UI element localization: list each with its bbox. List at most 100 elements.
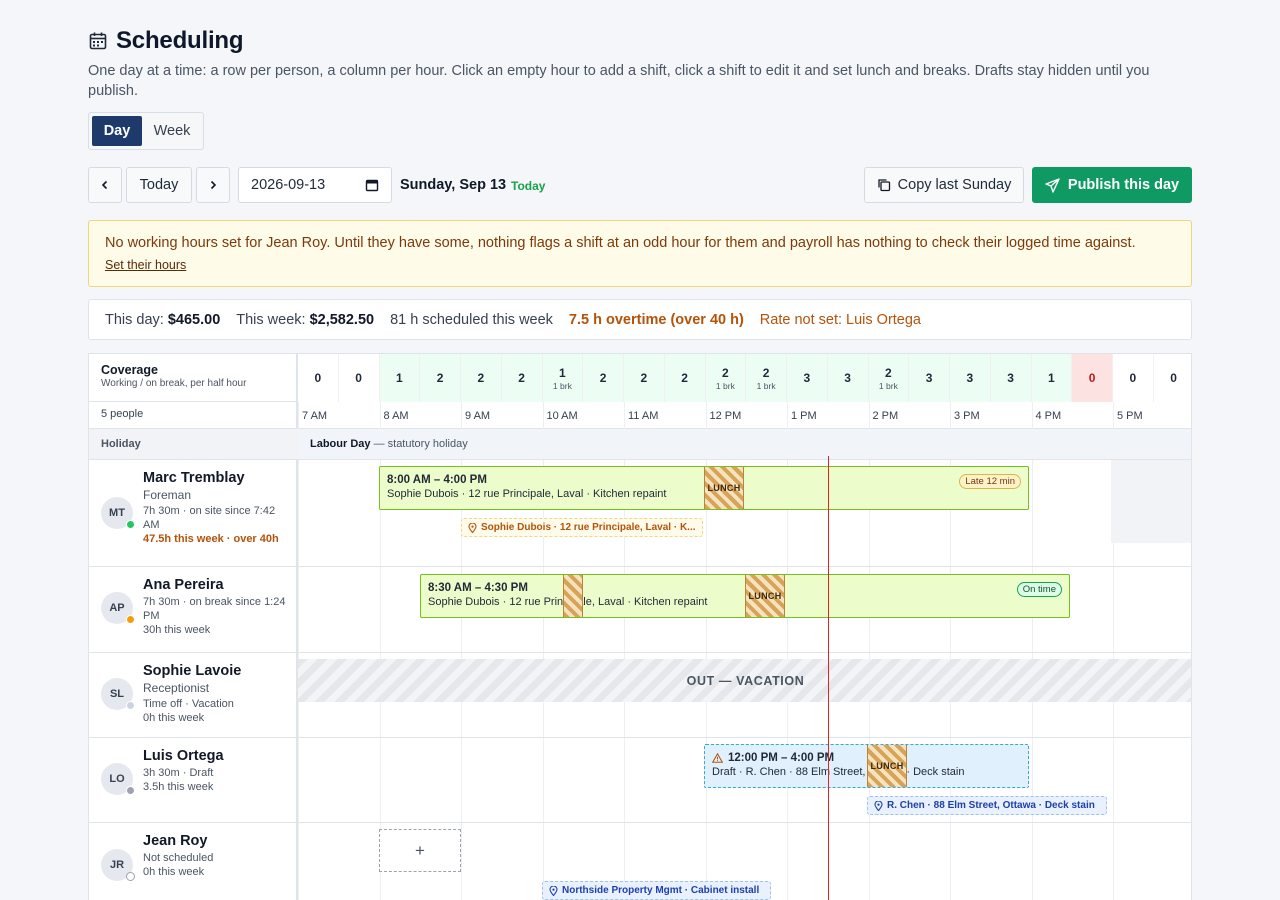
coverage-cell: 3: [950, 354, 991, 402]
person-info: Jean Roy Not scheduled 0h this week: [143, 833, 293, 879]
lunch-break[interactable]: LUNCH: [867, 745, 907, 787]
time-off-block[interactable]: OUT — VACATION: [298, 659, 1191, 702]
status-dot: [126, 520, 135, 529]
coverage-cell: 3: [990, 354, 1032, 402]
calendar-picker-icon[interactable]: [365, 178, 379, 192]
date-input-value: 2026-09-13: [251, 177, 326, 193]
avatar: MT: [101, 497, 135, 529]
off-hours-shade: [1111, 460, 1191, 543]
hour-label: 12 PM: [709, 410, 742, 422]
coverage-cell: 2: [501, 354, 543, 402]
location-text: R. Chen · 88 Elm Street, Ottawa · Deck s…: [887, 800, 1095, 811]
rate-warning[interactable]: Rate not set: Luis Ortega: [760, 312, 921, 328]
planned-location-chip[interactable]: Sophie Dubois · 12 rue Principale, Laval…: [461, 518, 703, 537]
shift-luis-ortega-draft[interactable]: 12:00 PM – 4:00 PM Draft · R. Chen · 88 …: [704, 744, 1029, 788]
current-date-label: Sunday, Sep 13: [400, 177, 507, 193]
coverage-count: 3: [925, 371, 933, 385]
hour-label: 1 PM: [791, 410, 817, 422]
shift-ana-pereira[interactable]: 8:30 AM – 4:30 PM Sophie Dubois · 12 rue…: [420, 574, 1070, 618]
schedule-grid: Coverage Working / on break, per half ho…: [88, 353, 1192, 900]
shift-marc-tremblay[interactable]: 8:00 AM – 4:00 PM Sophie Dubois · 12 rue…: [379, 466, 1029, 510]
person-name: Sophie Lavoie: [143, 663, 242, 679]
status-dot: [126, 615, 135, 624]
page-title: Scheduling: [116, 27, 244, 54]
coverage-cell: 2: [461, 354, 502, 402]
coverage-count: 3: [844, 371, 851, 385]
coverage-break-count: 1 brk: [715, 380, 735, 391]
add-shift-button[interactable]: +: [379, 829, 461, 872]
coverage-count: 1: [559, 365, 566, 380]
break-block[interactable]: [563, 575, 583, 617]
holiday-note: — statutory holiday: [373, 438, 468, 450]
coverage-count: 3: [1007, 371, 1014, 385]
page-header: Scheduling: [88, 27, 244, 55]
coverage-count: 2: [599, 371, 607, 385]
person-cell[interactable]: AP Ana Pereira 7h 30m · on break since 1:2…: [89, 567, 296, 652]
avatar-initials: JR: [109, 859, 125, 871]
coverage-cell: 2: [583, 354, 624, 402]
lunch-break[interactable]: LUNCH: [704, 467, 744, 509]
prev-day-button[interactable]: [88, 167, 122, 203]
next-day-button[interactable]: [196, 167, 230, 203]
coverage-cell: 0: [1153, 354, 1191, 402]
avatar-initials: MT: [109, 507, 125, 519]
person-name: Ana Pereira: [143, 577, 224, 593]
coverage-count: 2: [885, 365, 892, 380]
date-input[interactable]: 2026-09-13: [238, 167, 392, 203]
copy-last-day-button[interactable]: Copy last Sunday: [864, 167, 1024, 203]
coverage-count: 2: [436, 371, 444, 385]
tab-week[interactable]: Week: [144, 116, 200, 146]
divider: [89, 652, 1191, 653]
person-cell[interactable]: JR Jean Roy Not scheduled 0h this week: [89, 823, 296, 900]
publish-button[interactable]: Publish this day: [1032, 167, 1192, 203]
overtime-warning: 7.5 h overtime (over 40 h): [568, 311, 744, 328]
holiday-name: Labour Day: [310, 438, 371, 450]
planned-location-chip[interactable]: R. Chen · 88 Elm Street, Ottawa · Deck s…: [867, 796, 1107, 815]
person-week-hours: 0h this week: [143, 712, 205, 724]
status-dot: [126, 786, 135, 795]
send-icon: [1045, 177, 1060, 193]
warning-text: No working hours set for Jean Roy. Until…: [105, 235, 1136, 251]
planned-location-chip[interactable]: Northside Property Mgmt · Cabinet instal…: [542, 881, 771, 900]
today-tag: Today: [511, 179, 546, 193]
status-dot: [126, 872, 135, 881]
view-toggle: Day Week: [88, 112, 204, 150]
today-button[interactable]: Today: [126, 167, 192, 203]
page-subtitle: One day at a time: a row per person, a c…: [88, 63, 1150, 99]
lunch-break[interactable]: LUNCH: [745, 575, 785, 617]
coverage-cell: 21 brk: [746, 354, 787, 402]
location-text: Northside Property Mgmt · Cabinet instal…: [562, 885, 760, 896]
hour-label: 3 PM: [954, 410, 980, 422]
person-week-hours: 47.5h this week · over 40h: [143, 533, 279, 545]
divider: [89, 822, 1191, 823]
hour-gridline: [298, 402, 299, 900]
holiday-text: Labour Day — statutory holiday: [310, 438, 468, 450]
coverage-cell: 2: [420, 354, 461, 402]
person-info: Ana Pereira 7h 30m · on break since 1:24 …: [143, 577, 293, 637]
person-cell[interactable]: MT Marc Tremblay Foreman 7h 30m · on site s…: [89, 460, 296, 566]
copy-icon: [878, 179, 890, 192]
coverage-cell: 21 brk: [705, 354, 747, 402]
tab-day[interactable]: Day: [92, 116, 142, 146]
person-info: Luis Ortega 3h 30m · Draft 3.5h this week: [143, 748, 293, 794]
coverage-count: 2: [762, 365, 770, 380]
hour-label: 10 AM: [546, 410, 578, 422]
avatar-initials: LO: [109, 773, 125, 785]
person-cell[interactable]: LO Luis Ortega 3h 30m · Draft 3.5h this wee…: [89, 738, 296, 822]
holiday-label: Holiday: [101, 438, 141, 450]
avatar-initials: SL: [109, 688, 125, 700]
hour-label: 8 AM: [383, 410, 409, 422]
set-hours-link[interactable]: Set their hours: [105, 258, 186, 272]
coverage-count: 2: [722, 365, 729, 380]
on-time-badge: On time: [1016, 582, 1062, 597]
avatar-initials: AP: [109, 602, 125, 614]
week-cost-value: $2,582.50: [309, 311, 375, 328]
avatar: SL: [101, 678, 135, 710]
person-status: Time off · Vacation: [143, 698, 234, 710]
person-info: Marc Tremblay Foreman 7h 30m · on site sin…: [143, 470, 293, 546]
person-status: 3h 30m · Draft: [143, 767, 214, 779]
coverage-count: 2: [640, 371, 648, 385]
coverage-count: 0: [314, 371, 322, 385]
person-cell[interactable]: SL Sophie Lavoie Receptionist Time off · Va…: [89, 653, 296, 737]
day-cost-value: $465.00: [167, 311, 221, 328]
